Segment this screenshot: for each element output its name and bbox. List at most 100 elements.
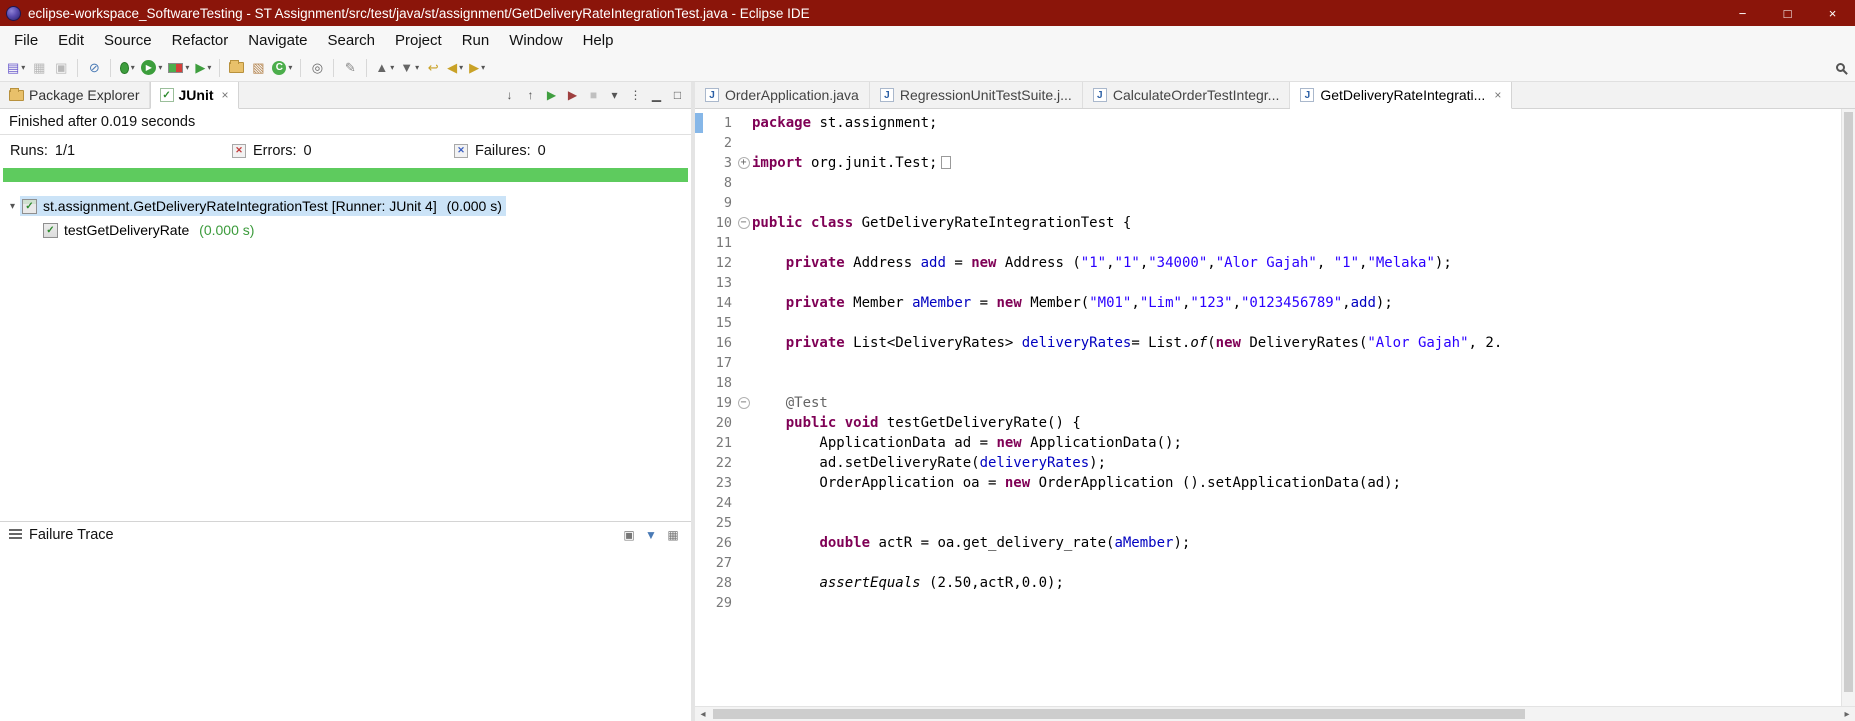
- code-text[interactable]: @Test: [752, 393, 1841, 413]
- debug-button[interactable]: ▾: [117, 57, 137, 79]
- line-number[interactable]: 27: [703, 553, 735, 573]
- mark-occurrences-button[interactable]: ✎: [340, 57, 360, 79]
- view-tab-junit[interactable]: ✓ JUnit ×: [149, 82, 239, 109]
- fold-gutter[interactable]: [735, 433, 752, 453]
- fold-gutter[interactable]: [735, 233, 752, 253]
- scroll-left-icon[interactable]: ◂: [695, 709, 711, 720]
- next-failed-test-button[interactable]: ↓: [500, 85, 519, 105]
- filter-stack-trace-button[interactable]: ▼: [642, 526, 660, 544]
- code-text[interactable]: private Address add = new Address ("1","…: [752, 253, 1841, 273]
- fold-gutter[interactable]: −: [735, 393, 752, 413]
- stop-test-button[interactable]: ■: [584, 85, 603, 105]
- line-number[interactable]: 10: [703, 213, 735, 233]
- fold-gutter[interactable]: [735, 193, 752, 213]
- code-text[interactable]: assertEquals (2.50,actR,0.0);: [752, 573, 1841, 593]
- code-text[interactable]: package st.assignment;: [752, 113, 1841, 133]
- maximize-view-button[interactable]: □: [668, 85, 687, 105]
- code-text[interactable]: private List<DeliveryRates> deliveryRate…: [752, 333, 1841, 353]
- fold-gutter[interactable]: [735, 333, 752, 353]
- new-wizard-button[interactable]: ▤ ▾: [5, 57, 27, 79]
- fold-gutter[interactable]: [735, 413, 752, 433]
- last-edit-location-button[interactable]: ↩: [423, 57, 443, 79]
- line-number[interactable]: 9: [703, 193, 735, 213]
- fold-gutter[interactable]: [735, 113, 752, 133]
- dropdown-arrow-icon[interactable]: ▾: [158, 63, 162, 72]
- dropdown-arrow-icon[interactable]: ▾: [459, 63, 463, 72]
- code-text[interactable]: [752, 513, 1841, 533]
- code-text[interactable]: double actR = oa.get_delivery_rate(aMemb…: [752, 533, 1841, 553]
- previous-failed-test-button[interactable]: ↑: [521, 85, 540, 105]
- dropdown-arrow-icon[interactable]: ▾: [185, 63, 189, 72]
- code-text[interactable]: ad.setDeliveryRate(deliveryRates);: [752, 453, 1841, 473]
- dropdown-arrow-icon[interactable]: ▾: [415, 63, 419, 72]
- view-tab-package-explorer[interactable]: Package Explorer: [0, 82, 150, 108]
- fold-gutter[interactable]: [735, 513, 752, 533]
- run-external-tools-button[interactable]: ▶ ▾: [193, 57, 213, 79]
- close-button[interactable]: ×: [1810, 0, 1855, 26]
- menu-edit[interactable]: Edit: [48, 28, 94, 53]
- minimize-button[interactable]: −: [1720, 0, 1765, 26]
- fold-collapse-icon[interactable]: −: [737, 217, 750, 229]
- line-number[interactable]: 26: [703, 533, 735, 553]
- line-number[interactable]: 13: [703, 273, 735, 293]
- code-text[interactable]: [752, 233, 1841, 253]
- line-number[interactable]: 14: [703, 293, 735, 313]
- horizontal-scrollbar[interactable]: ◂ ▸: [695, 706, 1855, 721]
- fold-gutter[interactable]: [735, 253, 752, 273]
- vertical-scrollbar[interactable]: [1841, 109, 1855, 706]
- save-all-button[interactable]: ▣: [51, 57, 71, 79]
- test-tree-item[interactable]: ▾ ✓ st.assignment.GetDeliveryRateIntegrati…: [0, 194, 691, 218]
- code-text[interactable]: [752, 173, 1841, 193]
- line-number[interactable]: 2: [703, 133, 735, 153]
- line-number[interactable]: 19: [703, 393, 735, 413]
- dropdown-arrow-icon[interactable]: ▾: [21, 63, 25, 72]
- line-number[interactable]: 23: [703, 473, 735, 493]
- code-text[interactable]: public class GetDeliveryRateIntegrationT…: [752, 213, 1841, 233]
- code-text[interactable]: private Member aMember = new Member("M01…: [752, 293, 1841, 313]
- fold-gutter[interactable]: [735, 453, 752, 473]
- dropdown-arrow-icon[interactable]: ▾: [207, 63, 211, 72]
- line-number[interactable]: 28: [703, 573, 735, 593]
- code-text[interactable]: OrderApplication oa = new OrderApplicati…: [752, 473, 1841, 493]
- code-text[interactable]: [752, 493, 1841, 513]
- line-number[interactable]: 15: [703, 313, 735, 333]
- fold-gutter[interactable]: +: [735, 153, 752, 173]
- fold-gutter[interactable]: [735, 553, 752, 573]
- fold-gutter[interactable]: [735, 593, 752, 613]
- editor-tab-calculateordertestintegr-[interactable]: J CalculateOrderTestIntegr...: [1083, 82, 1291, 108]
- code-text[interactable]: public void testGetDeliveryRate() {: [752, 413, 1841, 433]
- menu-navigate[interactable]: Navigate: [238, 28, 317, 53]
- compare-result-button[interactable]: ▦: [664, 526, 682, 544]
- code-text[interactable]: [752, 133, 1841, 153]
- dropdown-arrow-icon[interactable]: ▾: [131, 63, 135, 72]
- skip-breakpoints-button[interactable]: ⊘: [84, 57, 104, 79]
- code-text[interactable]: [752, 273, 1841, 293]
- fold-gutter[interactable]: [735, 313, 752, 333]
- code-text[interactable]: [752, 193, 1841, 213]
- forward-button[interactable]: ▶ ▾: [467, 57, 487, 79]
- open-search-dialog-button[interactable]: ◎: [307, 57, 327, 79]
- fold-gutter[interactable]: [735, 293, 752, 313]
- editor-tab-regressionunittestsuite-j-[interactable]: J RegressionUnitTestSuite.j...: [870, 82, 1083, 108]
- show-stack-trace-in-console-button[interactable]: ▣: [620, 526, 638, 544]
- rerun-test-button[interactable]: ▶: [542, 85, 561, 105]
- fold-gutter[interactable]: [735, 493, 752, 513]
- line-number[interactable]: 22: [703, 453, 735, 473]
- line-number[interactable]: 12: [703, 253, 735, 273]
- line-number[interactable]: 24: [703, 493, 735, 513]
- menu-help[interactable]: Help: [573, 28, 624, 53]
- fold-gutter[interactable]: [735, 133, 752, 153]
- line-number[interactable]: 11: [703, 233, 735, 253]
- fold-gutter[interactable]: [735, 473, 752, 493]
- new-package-button[interactable]: ▧: [248, 57, 268, 79]
- new-class-button[interactable]: C ▾: [270, 57, 294, 79]
- code-area[interactable]: 1 package st.assignment; 2 3 + import org.jun…: [695, 109, 1841, 706]
- next-annotation-button[interactable]: ▼ ▾: [398, 57, 421, 79]
- collapsed-region-icon[interactable]: [941, 156, 952, 169]
- line-number[interactable]: 16: [703, 333, 735, 353]
- test-tree-item[interactable]: ✓ testGetDeliveryRate (0.000 s): [0, 218, 691, 242]
- code-text[interactable]: [752, 593, 1841, 613]
- close-tab-icon[interactable]: ×: [1494, 88, 1501, 102]
- menu-run[interactable]: Run: [452, 28, 500, 53]
- fold-collapse-icon[interactable]: −: [737, 397, 750, 409]
